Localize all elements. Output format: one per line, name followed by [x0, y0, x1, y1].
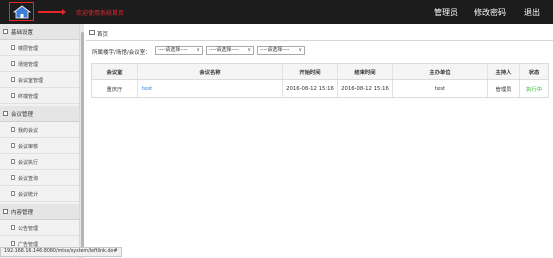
sidebar-item-notice-management[interactable]: 公告管理: [0, 220, 79, 236]
page-icon: [11, 241, 15, 246]
browser-status-url: 192.168.16.146:8080/mtss/system/leftlink…: [0, 247, 122, 257]
sidebar-item-terminal-management[interactable]: 终端管理: [0, 88, 79, 104]
venue-select[interactable]: ----请选择---- ∨: [206, 46, 254, 55]
page-icon: [11, 77, 15, 82]
chevron-down-icon: ∨: [196, 47, 200, 53]
organizer-cell: test: [393, 80, 488, 97]
sidebar-item-meeting-execution[interactable]: 会议执行: [0, 154, 79, 170]
breadcrumb: 首页: [86, 28, 553, 39]
page-icon: [11, 191, 15, 196]
room-cell: 重庆厅: [92, 80, 138, 97]
page-icon: [11, 127, 15, 132]
page-icon: [11, 45, 15, 50]
sidebar: 基础设置 楼层管理 场馆管理 会议室管理 终端管理 会议管理 我的会议 会议审核…: [0, 24, 80, 258]
filter-label: 所属楼宇/场馆/会议室：: [92, 50, 151, 56]
sidebar-item-my-meetings[interactable]: 我的会议: [0, 122, 79, 138]
chevron-down-icon: ∨: [298, 47, 302, 53]
scrollbar-thumb[interactable]: [80, 32, 84, 257]
page-icon: [11, 175, 15, 180]
system-title: 欢迎使用系统首页: [76, 10, 125, 17]
status-badge: 执行中: [526, 86, 542, 93]
host-cell: 管理员: [488, 80, 520, 97]
column-header: 状态: [528, 69, 540, 76]
column-header: 开始时间: [283, 64, 338, 79]
sidebar-item-room-management[interactable]: 会议室管理: [0, 72, 79, 88]
home-tab-icon: [89, 30, 95, 35]
column-header: 会议名称: [138, 64, 283, 79]
divider: [86, 40, 553, 41]
page-icon: [11, 159, 15, 164]
table-header: 会议室 会议名称 开始时间 结束时间 主办单位 主持人 状态: [92, 64, 548, 80]
home-logo[interactable]: [9, 2, 34, 21]
logout-link[interactable]: 退出: [524, 7, 540, 18]
page-icon: [11, 93, 15, 98]
house-icon: [12, 5, 31, 18]
top-bar: 欢迎使用系统首页 管理员 修改密码 退出: [0, 0, 553, 24]
change-password-link[interactable]: 修改密码: [474, 7, 506, 18]
column-header: 结束时间: [338, 64, 393, 79]
sidebar-group-content-management[interactable]: 内容管理: [0, 204, 79, 220]
folder-icon: [3, 209, 8, 214]
sidebar-item-venue-management[interactable]: 场馆管理: [0, 56, 79, 72]
table-row[interactable]: 重庆厅 test 2016-08-12 15:16 2016-08-12 15:…: [92, 80, 548, 97]
sidebar-group-meeting-management[interactable]: 会议管理: [0, 106, 79, 122]
folder-icon: [3, 29, 8, 34]
sidebar-item-meeting-statistics[interactable]: 会议统计: [0, 186, 79, 202]
start-time-cell: 2016-08-12 15:16: [283, 80, 338, 97]
column-header: 主办单位: [393, 64, 488, 79]
tab-home[interactable]: 首页: [97, 30, 108, 38]
folder-icon: [3, 111, 8, 116]
end-time-cell: 2016-08-12 15:16: [338, 80, 393, 97]
sidebar-group-basic-settings[interactable]: 基础设置: [0, 24, 79, 40]
sidebar-item-meeting-review[interactable]: 会议审核: [0, 138, 79, 154]
page-icon: [11, 143, 15, 148]
sidebar-item-floor-management[interactable]: 楼层管理: [0, 40, 79, 56]
chevron-down-icon: ∨: [247, 47, 251, 53]
meeting-name-link[interactable]: test: [138, 80, 283, 97]
meeting-table: 会议室 会议名称 开始时间 结束时间 主办单位 主持人 状态 重庆厅 test …: [91, 63, 549, 98]
column-header: 会议室: [92, 64, 138, 79]
sidebar-scrollbar[interactable]: [80, 24, 84, 258]
building-select[interactable]: ----请选择---- ∨: [155, 46, 203, 55]
page-icon: [11, 225, 15, 230]
admin-link[interactable]: 管理员: [434, 7, 458, 18]
column-header: 主持人: [488, 64, 520, 79]
room-select[interactable]: ----请选择---- ∨: [257, 46, 305, 55]
sidebar-item-meeting-query[interactable]: 会议查询: [0, 170, 79, 186]
arrow-right-icon: [38, 9, 66, 14]
page-icon: [11, 61, 15, 66]
